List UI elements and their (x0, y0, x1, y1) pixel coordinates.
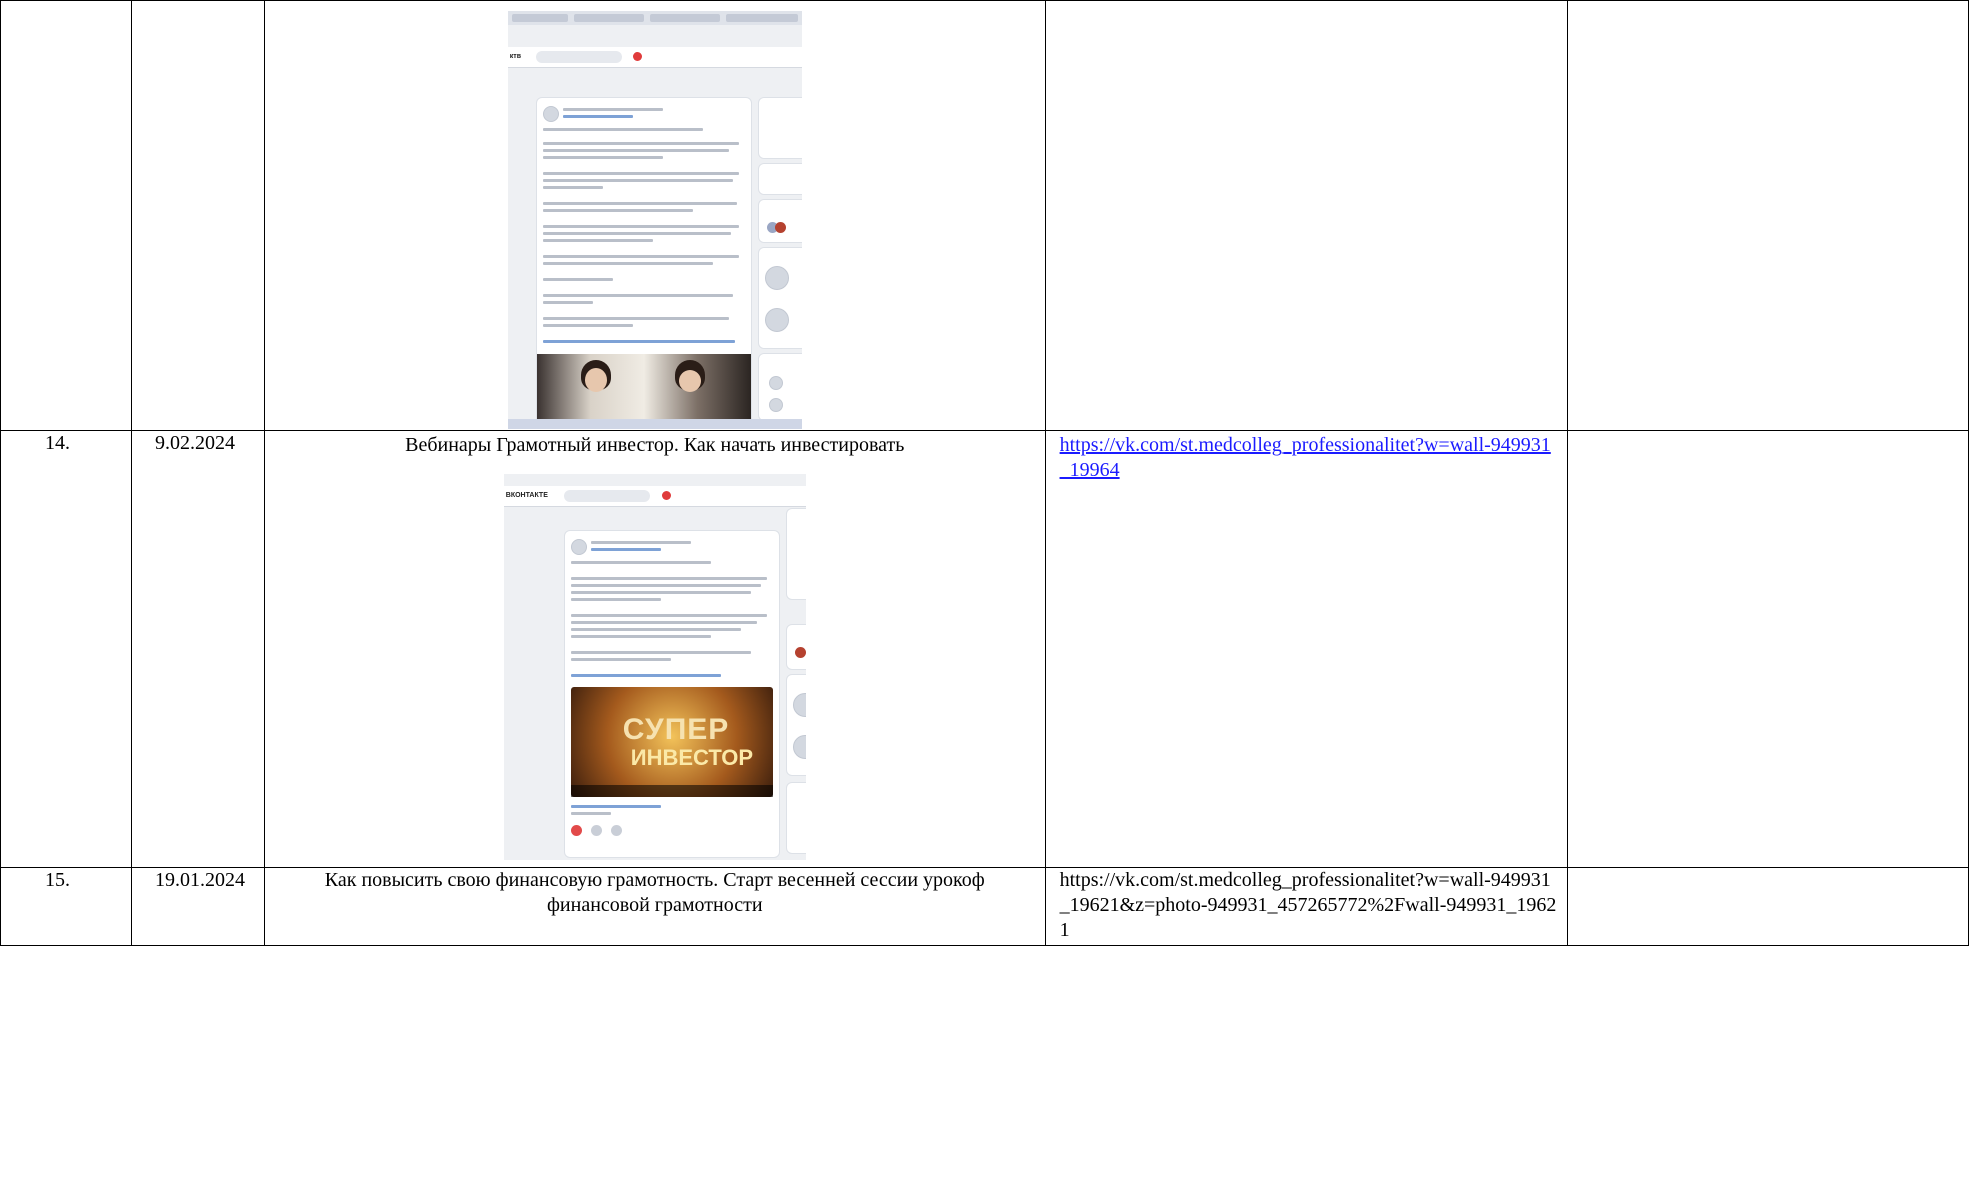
sidebar-card (785, 624, 806, 670)
sidebar-card (785, 508, 806, 600)
post-screenshot: ктв (507, 11, 802, 429)
post-link[interactable]: https://vk.com/st.medcolleg_professional… (1060, 434, 1551, 481)
post-card (535, 97, 752, 425)
date-cell: 19.01.2024 (130, 867, 265, 946)
link-cell: https://vk.com/st.medcolleg_professional… (1044, 430, 1569, 868)
notification-icon (632, 52, 642, 61)
search-icon (535, 51, 622, 63)
sidebar-card (785, 782, 806, 854)
report-table: ктв 14. 9.02.2024 Вебинары Грамотный инв… (0, 0, 1969, 946)
post-card: СУПЕР ИНВЕСТОР (563, 530, 780, 858)
sidebar-card (757, 199, 802, 243)
empty-cell (1567, 867, 1969, 946)
table-row: ктв (0, 0, 1969, 431)
vk-header: ктв (507, 47, 802, 68)
empty-cell (1567, 430, 1969, 868)
sidebar-card (757, 247, 802, 349)
avatar (570, 539, 587, 555)
description-cell: Как повысить свою финансовую грамотность… (263, 867, 1046, 946)
post-image (536, 354, 751, 424)
sidebar-card (757, 97, 802, 159)
row-number-cell: 15. (0, 867, 132, 946)
link-cell (1044, 0, 1569, 431)
event-title: Вебинары Грамотный инвестор. Как начать … (405, 434, 905, 456)
post-screenshot: ВКОНТАКТЕ СУПЕР ИНВЕСТОР (503, 474, 806, 860)
table-row: 15. 19.01.2024 Как повысить свою финансо… (0, 867, 1969, 946)
avatar (542, 106, 559, 122)
taskbar (507, 419, 802, 429)
browser-tab-bar (507, 11, 802, 25)
search-icon (563, 490, 650, 502)
vk-header: ВКОНТАКТЕ (503, 486, 806, 507)
sidebar-card (785, 674, 806, 776)
sidebar-card (757, 353, 802, 421)
date-cell: 9.02.2024 (130, 430, 265, 868)
video-preview: СУПЕР ИНВЕСТОР (570, 687, 773, 797)
table-row: 14. 9.02.2024 Вебинары Грамотный инвесто… (0, 430, 1969, 868)
row-number-cell: 14. (0, 430, 132, 868)
sidebar-card (757, 163, 802, 195)
post-link-text: https://vk.com/st.medcolleg_professional… (1059, 869, 1557, 941)
empty-cell (1567, 0, 1969, 431)
event-title: Как повысить свою финансовую грамотность… (324, 869, 985, 916)
row-number-cell (0, 0, 132, 431)
date-cell (130, 0, 265, 431)
description-cell: ктв (263, 0, 1046, 431)
notification-icon (661, 491, 671, 500)
link-cell: https://vk.com/st.medcolleg_professional… (1044, 867, 1569, 946)
description-cell: Вебинары Грамотный инвестор. Как начать … (263, 430, 1046, 868)
